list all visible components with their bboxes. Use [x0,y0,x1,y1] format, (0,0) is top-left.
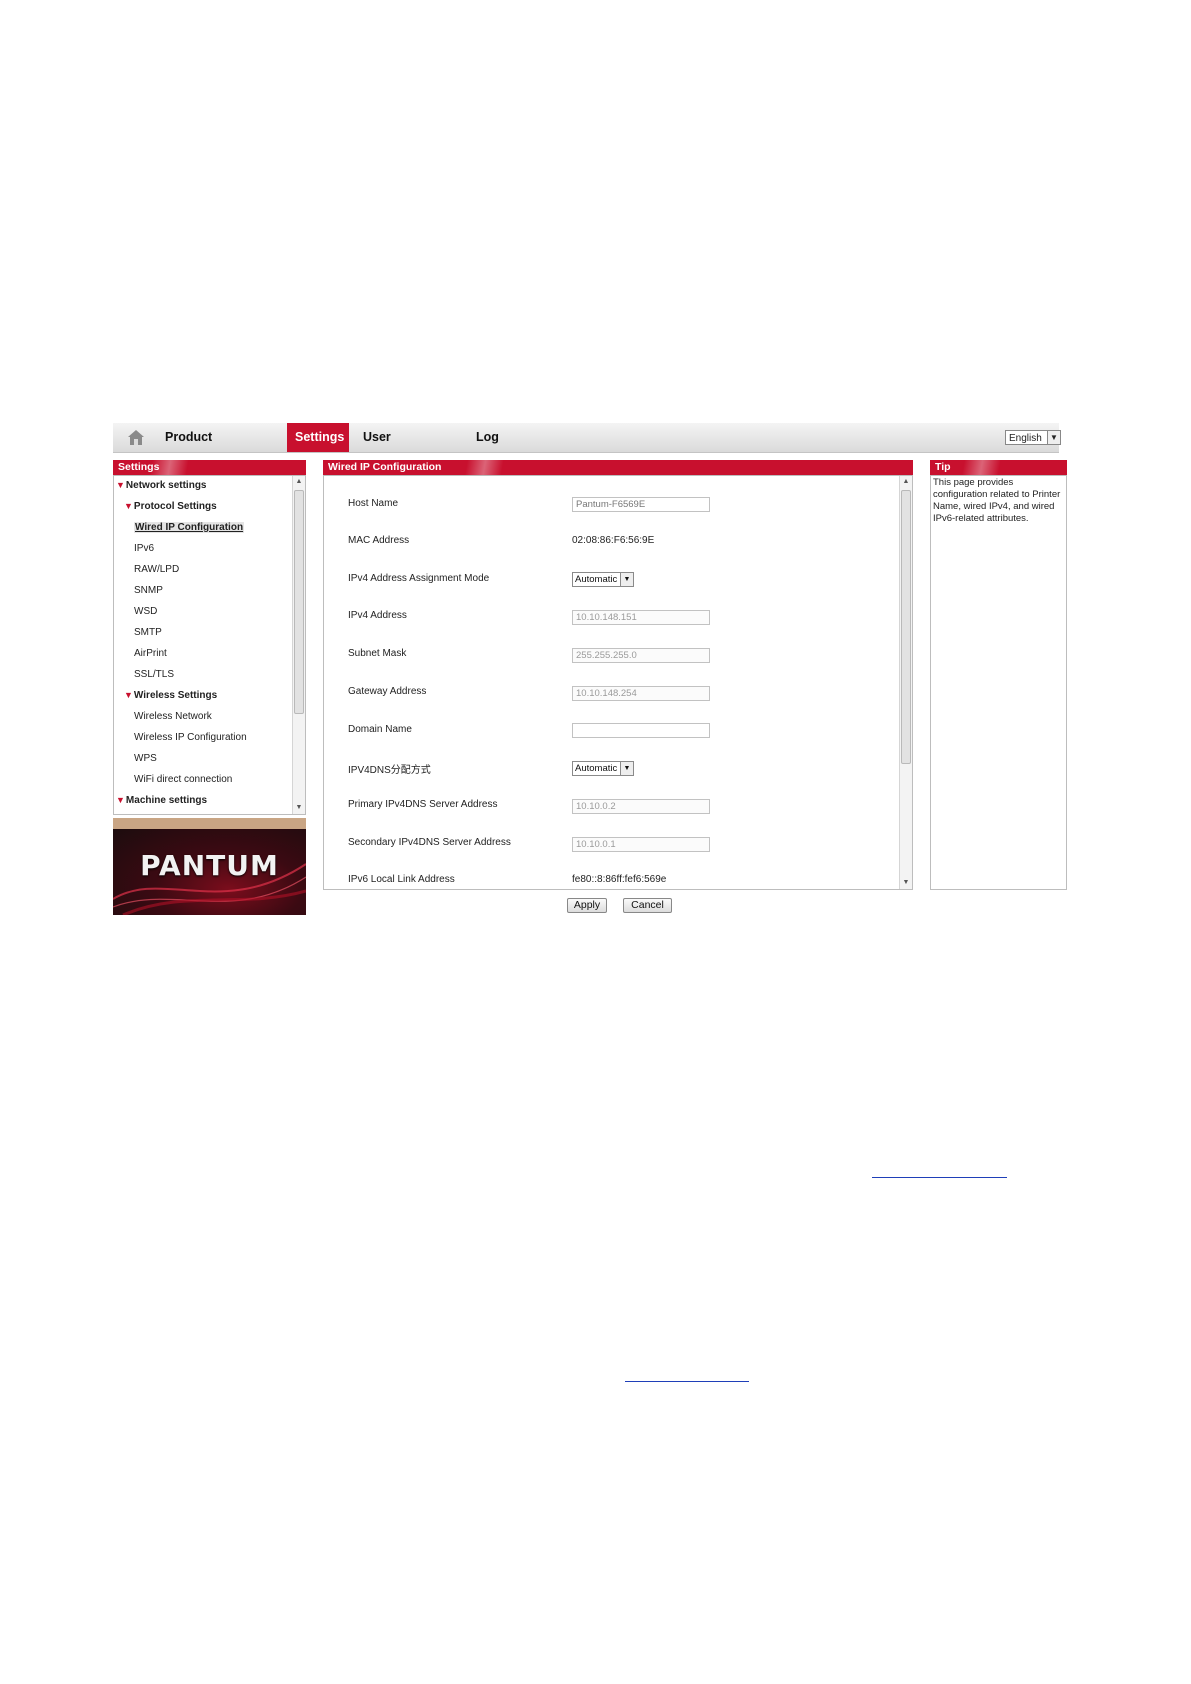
tree-item-wireless-ip-configuration[interactable]: Wireless IP Configuration [134,732,247,743]
document-link-underline[interactable] [625,1381,749,1382]
tree-item-wsd[interactable]: WSD [134,606,157,617]
nav-user-management[interactable]: User Management [355,423,469,473]
gateway-label: Gateway Address [348,686,427,697]
gateway-input[interactable]: 10.10.148.254 [572,686,710,701]
tree-item-wireless-settings[interactable]: ▼Wireless Settings [124,690,217,701]
logo-top-strip [113,818,306,829]
scroll-down-icon[interactable]: ▼ [293,802,305,814]
ipv4dns-mode-label: IPV4DNS分配方式 [348,765,431,776]
mac-address-label: MAC Address [348,535,410,546]
subnet-mask-label: Subnet Mask [348,648,407,659]
tree-item-ipv6[interactable]: IPv6 [134,543,154,554]
tree-item-smtp[interactable]: SMTP [134,627,162,638]
tree-item-wired-ip-configuration[interactable]: Wired IP Configuration [134,522,245,533]
wired-ip-form: Host Name Pantum-F6569E MAC Address 02:0… [323,475,913,890]
tree-item-protocol-settings[interactable]: ▼Protocol Settings [124,501,217,512]
ipv4dns-mode-select[interactable]: Automatic ▼ [572,761,634,776]
primary-dns-label: Primary IPv4DNS Server Address [348,799,498,810]
triangle-down-icon: ▼ [116,480,125,490]
mac-address-value: 02:08:86:F6:56:9E [572,535,655,546]
logo-wordmark: PANTUM [140,849,279,882]
domain-name-input[interactable] [572,723,710,738]
tree-item-network-settings[interactable]: ▼Network settings [116,480,207,491]
subnet-mask-input[interactable]: 255.255.255.0 [572,648,710,663]
nav-settings[interactable]: Settings [287,423,349,452]
tree-item-wps[interactable]: WPS [134,753,157,764]
tip-panel-title: Tip [935,461,951,473]
primary-dns-input[interactable]: 10.10.0.2 [572,799,710,814]
nav-product-information[interactable]: Product Information [157,423,281,473]
tip-text: This page provides configuration related… [933,477,1061,524]
pantum-logo: PANTUM [113,829,306,915]
tree-item-wireless-network[interactable]: Wireless Network [134,711,212,722]
triangle-down-icon: ▼ [124,690,133,700]
settings-tree: ▼Network settings ▼Protocol Settings Wir… [113,475,306,815]
scroll-down-icon[interactable]: ▼ [900,877,912,889]
ipv4dns-mode-select-value: Automatic [575,763,618,774]
tree-item-ssl-tls[interactable]: SSL/TLS [134,669,174,680]
tip-panel-header: Tip [930,460,1067,475]
wired-ip-panel-title: Wired IP Configuration [328,461,442,473]
ipv4-address-input[interactable]: 10.10.148.151 [572,610,710,625]
scrollbar-thumb[interactable] [294,490,304,714]
host-name-input[interactable]: Pantum-F6569E [572,497,710,512]
nav-login[interactable]: Log in [468,423,520,473]
settings-tree-scrollbar[interactable]: ▲ ▼ [292,476,305,814]
tree-item-machine-settings[interactable]: ▼Machine settings [116,795,207,806]
scroll-up-icon[interactable]: ▲ [900,476,912,488]
tip-panel: This page provides configuration related… [930,475,1067,890]
ipv6-link-local-label: IPv6 Local Link Address [348,874,455,885]
chevron-down-icon[interactable]: ▼ [620,573,633,586]
ipv6-link-local-value: fe80::8:86ff:fef6:569e [572,874,667,885]
chevron-down-icon[interactable]: ▼ [620,762,633,775]
apply-button[interactable]: Apply [567,898,607,913]
ipv4-mode-select[interactable]: Automatic ▼ [572,572,634,587]
cancel-button[interactable]: Cancel [623,898,672,913]
tree-item-snmp[interactable]: SNMP [134,585,163,596]
tree-item-raw-lpd[interactable]: RAW/LPD [134,564,179,575]
home-icon[interactable] [127,429,145,446]
secondary-dns-input[interactable]: 10.10.0.1 [572,837,710,852]
host-name-label: Host Name [348,498,399,509]
language-select[interactable]: English ▼ [1005,430,1061,445]
header-swoosh-decoration [950,460,1020,475]
tree-item-airprint[interactable]: AirPrint [134,648,167,659]
ipv4-mode-select-value: Automatic [575,574,618,585]
ipv4-mode-label: IPv4 Address Assignment Mode [348,573,490,584]
header-swoosh-decoration [138,460,208,475]
scroll-up-icon[interactable]: ▲ [293,476,305,488]
settings-panel-header: Settings [113,460,306,475]
scrollbar-thumb[interactable] [901,490,911,764]
tree-item-wifi-direct[interactable]: WiFi direct connection [134,774,232,785]
top-navigation-bar: Product Information Settings User Manage… [113,423,1061,473]
wired-ip-form-scrollbar[interactable]: ▲ ▼ [899,476,912,889]
triangle-down-icon: ▼ [116,795,125,805]
chevron-down-icon[interactable]: ▼ [1047,431,1060,444]
domain-name-label: Domain Name [348,724,412,735]
triangle-down-icon: ▼ [124,501,133,511]
document-link-underline[interactable] [872,1177,1007,1178]
language-select-value: English [1009,433,1042,444]
ipv4-address-label: IPv4 Address [348,610,407,621]
wired-ip-panel-header: Wired IP Configuration [323,460,913,475]
secondary-dns-label: Secondary IPv4DNS Server Address [348,837,511,848]
header-swoosh-decoration [453,460,523,475]
